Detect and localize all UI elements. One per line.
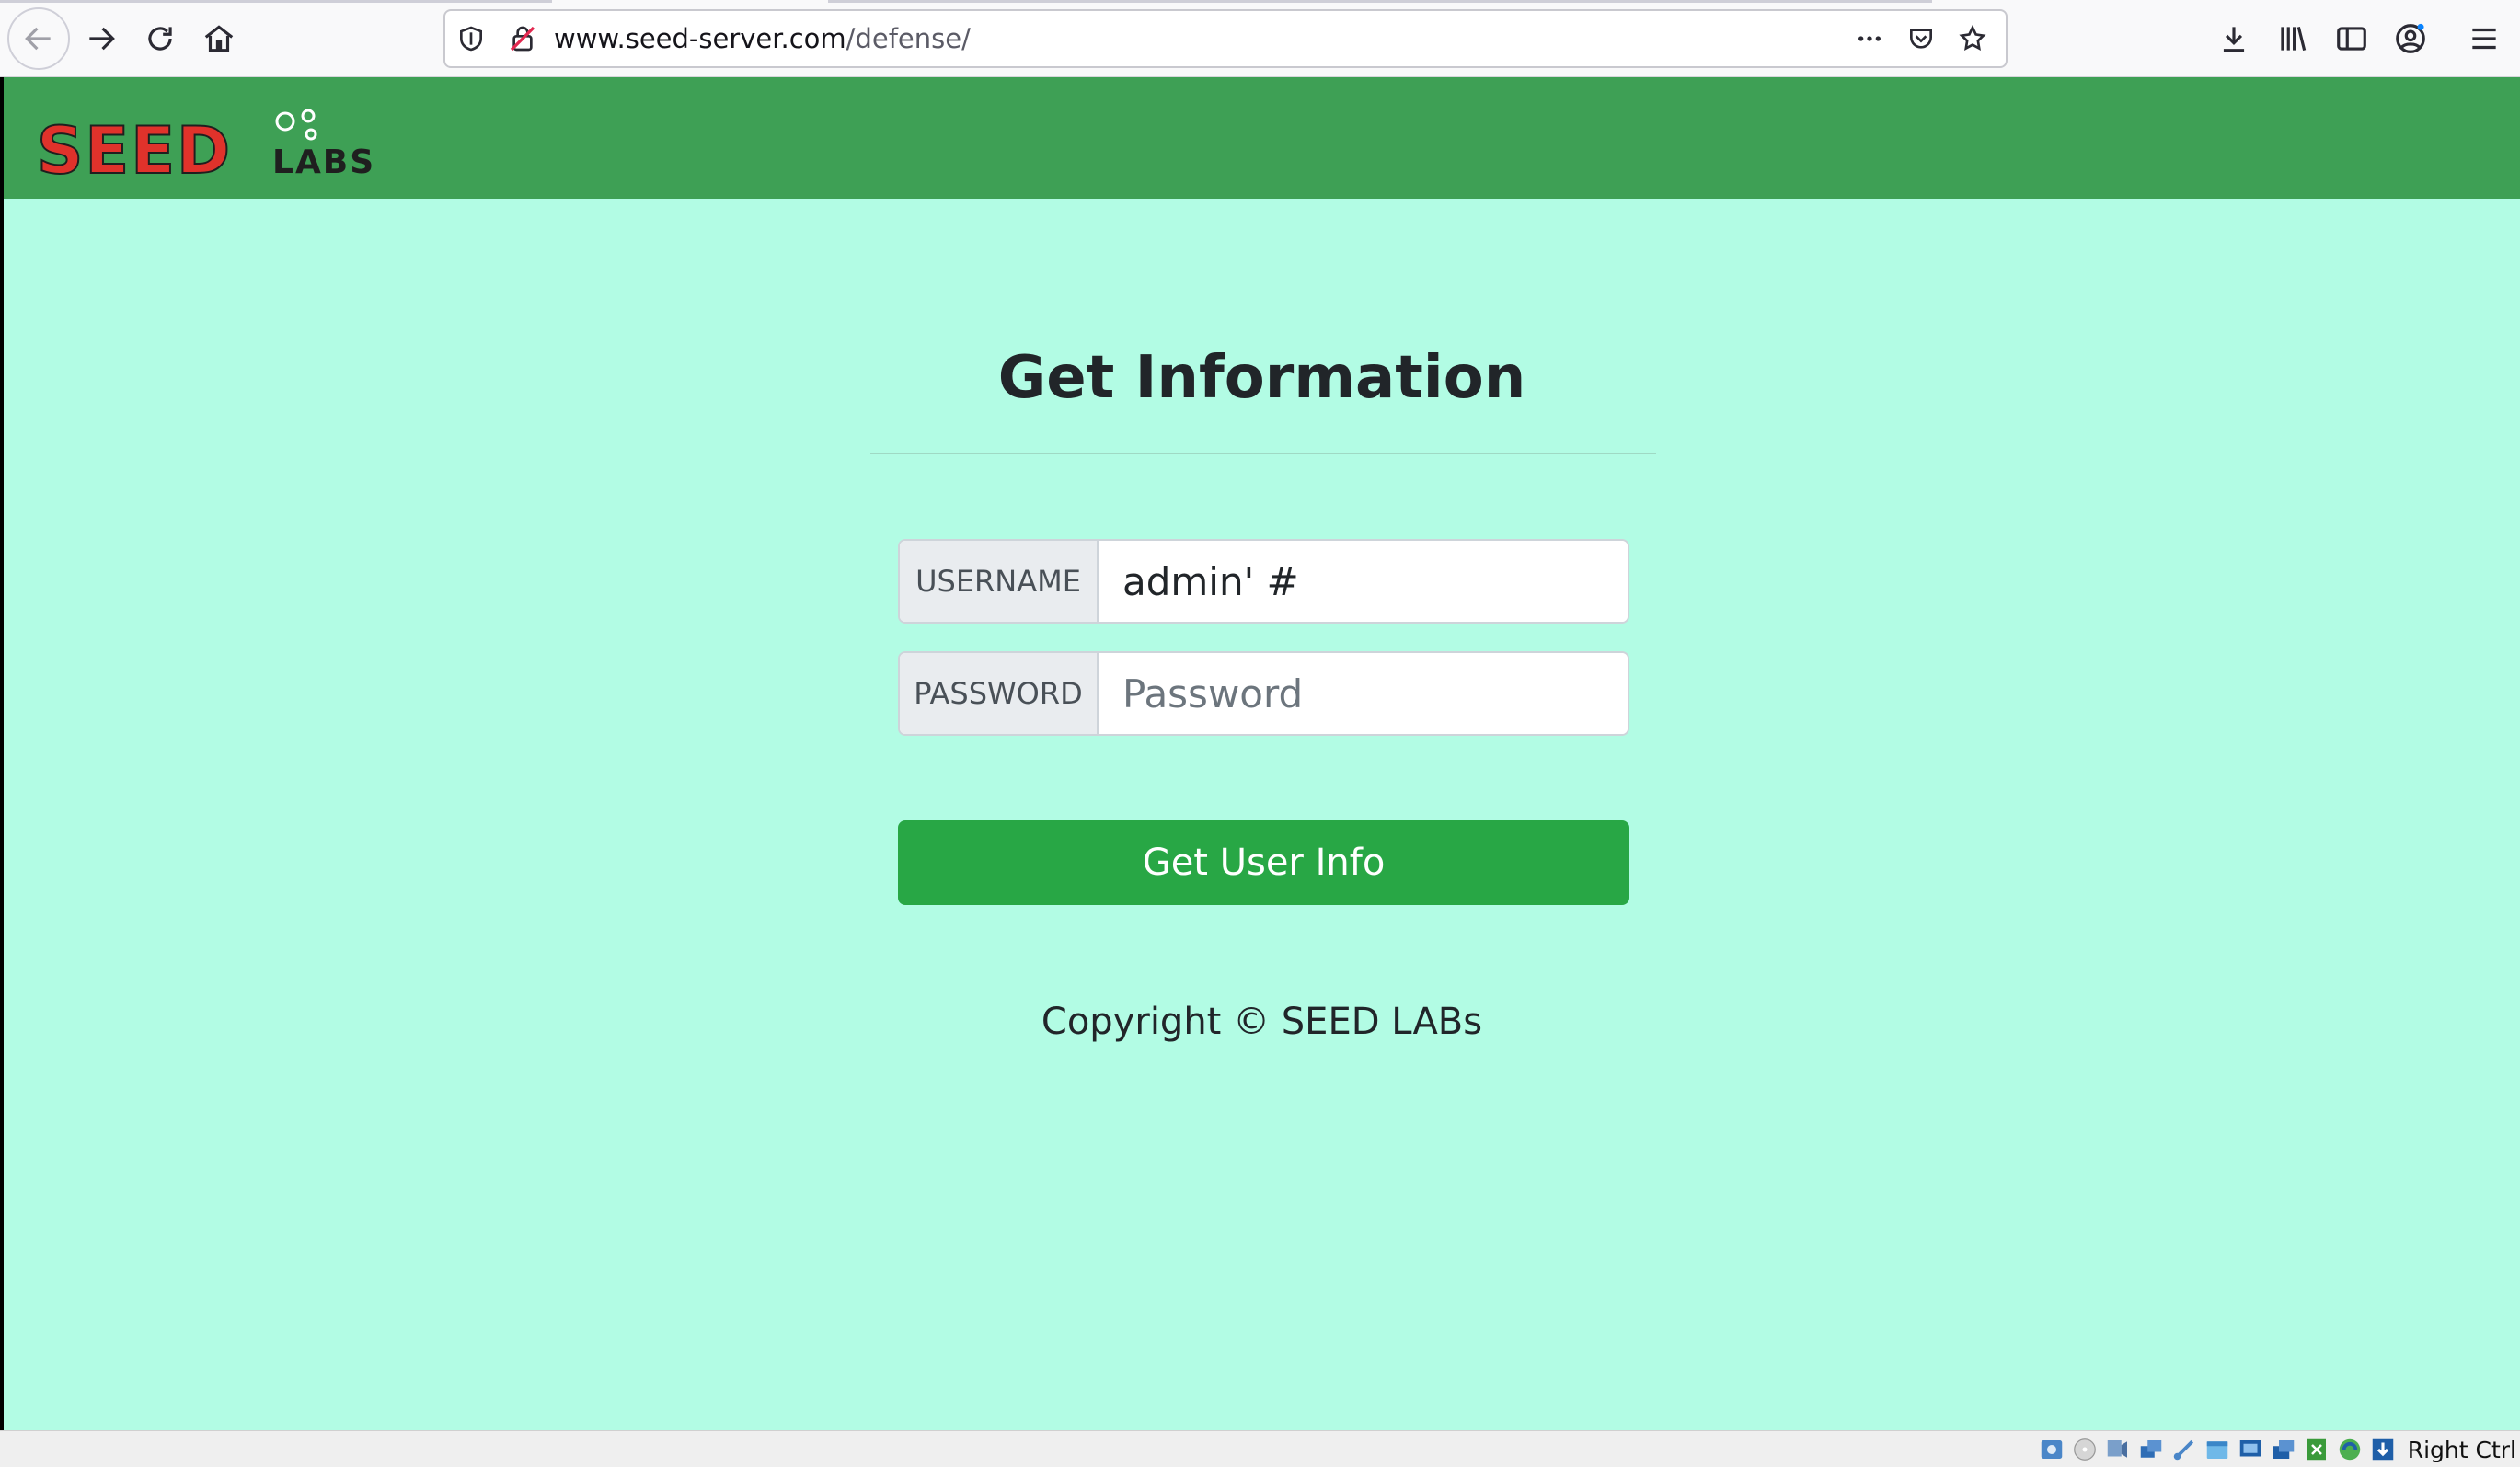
page-actions-button[interactable] (1844, 13, 1895, 64)
url-host: www.seed-server.com (554, 23, 846, 54)
page-viewport: SEED LABS Get Information USERNAME PASSW… (4, 77, 2520, 1430)
vm-status-bar: Right Ctrl (0, 1430, 2520, 1467)
back-button[interactable] (7, 7, 70, 70)
seed-labs-logo[interactable]: SEED LABS (37, 103, 405, 177)
hard-disk-icon[interactable] (2038, 1436, 2065, 1463)
gear-icon (275, 109, 317, 141)
sidebar-button[interactable] (2320, 7, 2383, 70)
app-menu-button[interactable] (2453, 7, 2515, 70)
shared-folders-icon[interactable] (2204, 1436, 2231, 1463)
mouse-integration-icon[interactable] (2369, 1436, 2397, 1463)
get-user-info-button[interactable]: Get User Info (898, 820, 1629, 905)
network-icon[interactable] (2137, 1436, 2165, 1463)
url-actions (1844, 11, 1998, 66)
sidebar-icon (2337, 27, 2366, 51)
title-divider (870, 453, 1656, 454)
host-key-label: Right Ctrl (2407, 1436, 2516, 1463)
forward-button[interactable] (70, 7, 132, 70)
vm-tray: Right Ctrl (2038, 1431, 2516, 1467)
username-label: USERNAME (900, 541, 1099, 622)
home-button[interactable] (188, 7, 250, 70)
logo-labs-text: LABS (272, 143, 375, 177)
recording-icon[interactable] (2270, 1436, 2297, 1463)
tab-strip-edge (0, 0, 552, 3)
password-input[interactable] (1099, 653, 1628, 734)
library-icon (2281, 26, 2307, 52)
forward-arrow-icon (89, 27, 115, 51)
password-input-group: PASSWORD (898, 651, 1629, 736)
account-button[interactable] (2379, 7, 2442, 70)
hamburger-menu-icon (2472, 28, 2496, 50)
clipboard-icon[interactable] (2303, 1436, 2330, 1463)
username-input[interactable] (1099, 541, 1628, 622)
shield-icon (460, 26, 482, 52)
downloads-button[interactable] (2203, 7, 2265, 70)
password-label: PASSWORD (900, 653, 1099, 734)
home-icon (204, 25, 234, 52)
copyright-text: Copyright © SEED LABs (1041, 1001, 1483, 1043)
browser-toolbar: www.seed-server.com/defense/ (0, 0, 2520, 77)
usb-icon[interactable] (2170, 1436, 2198, 1463)
reload-icon (148, 27, 172, 51)
insecure-lock-icon (510, 26, 535, 52)
url-text[interactable]: www.seed-server.com/defense/ (554, 23, 971, 54)
site-security-button[interactable] (497, 13, 548, 64)
navbar: SEED LABS (4, 77, 2520, 199)
bookmark-star-icon (1959, 24, 1986, 51)
back-arrow-icon (25, 27, 51, 51)
tracking-protection-button[interactable] (445, 13, 497, 64)
download-icon (2223, 27, 2245, 52)
url-path: /defense/ (846, 23, 971, 54)
guest-additions-icon[interactable] (2336, 1436, 2364, 1463)
pocket-icon (1910, 29, 1932, 49)
reload-button[interactable] (129, 7, 191, 70)
tab-strip-edge (828, 0, 1932, 3)
url-bar[interactable]: www.seed-server.com/defense/ (443, 9, 2008, 68)
username-input-group: USERNAME (898, 539, 1629, 624)
library-button[interactable] (2261, 7, 2324, 70)
optical-drive-icon[interactable] (2071, 1436, 2099, 1463)
audio-icon[interactable] (2104, 1436, 2132, 1463)
display-icon[interactable] (2237, 1436, 2264, 1463)
logo-seed-text: SEED (37, 113, 232, 177)
bookmark-button[interactable] (1947, 13, 1998, 64)
account-icon (2396, 23, 2425, 53)
page-title: Get Information (997, 344, 1526, 412)
pocket-button[interactable] (1895, 13, 1947, 64)
more-dots-icon (1858, 36, 1881, 41)
